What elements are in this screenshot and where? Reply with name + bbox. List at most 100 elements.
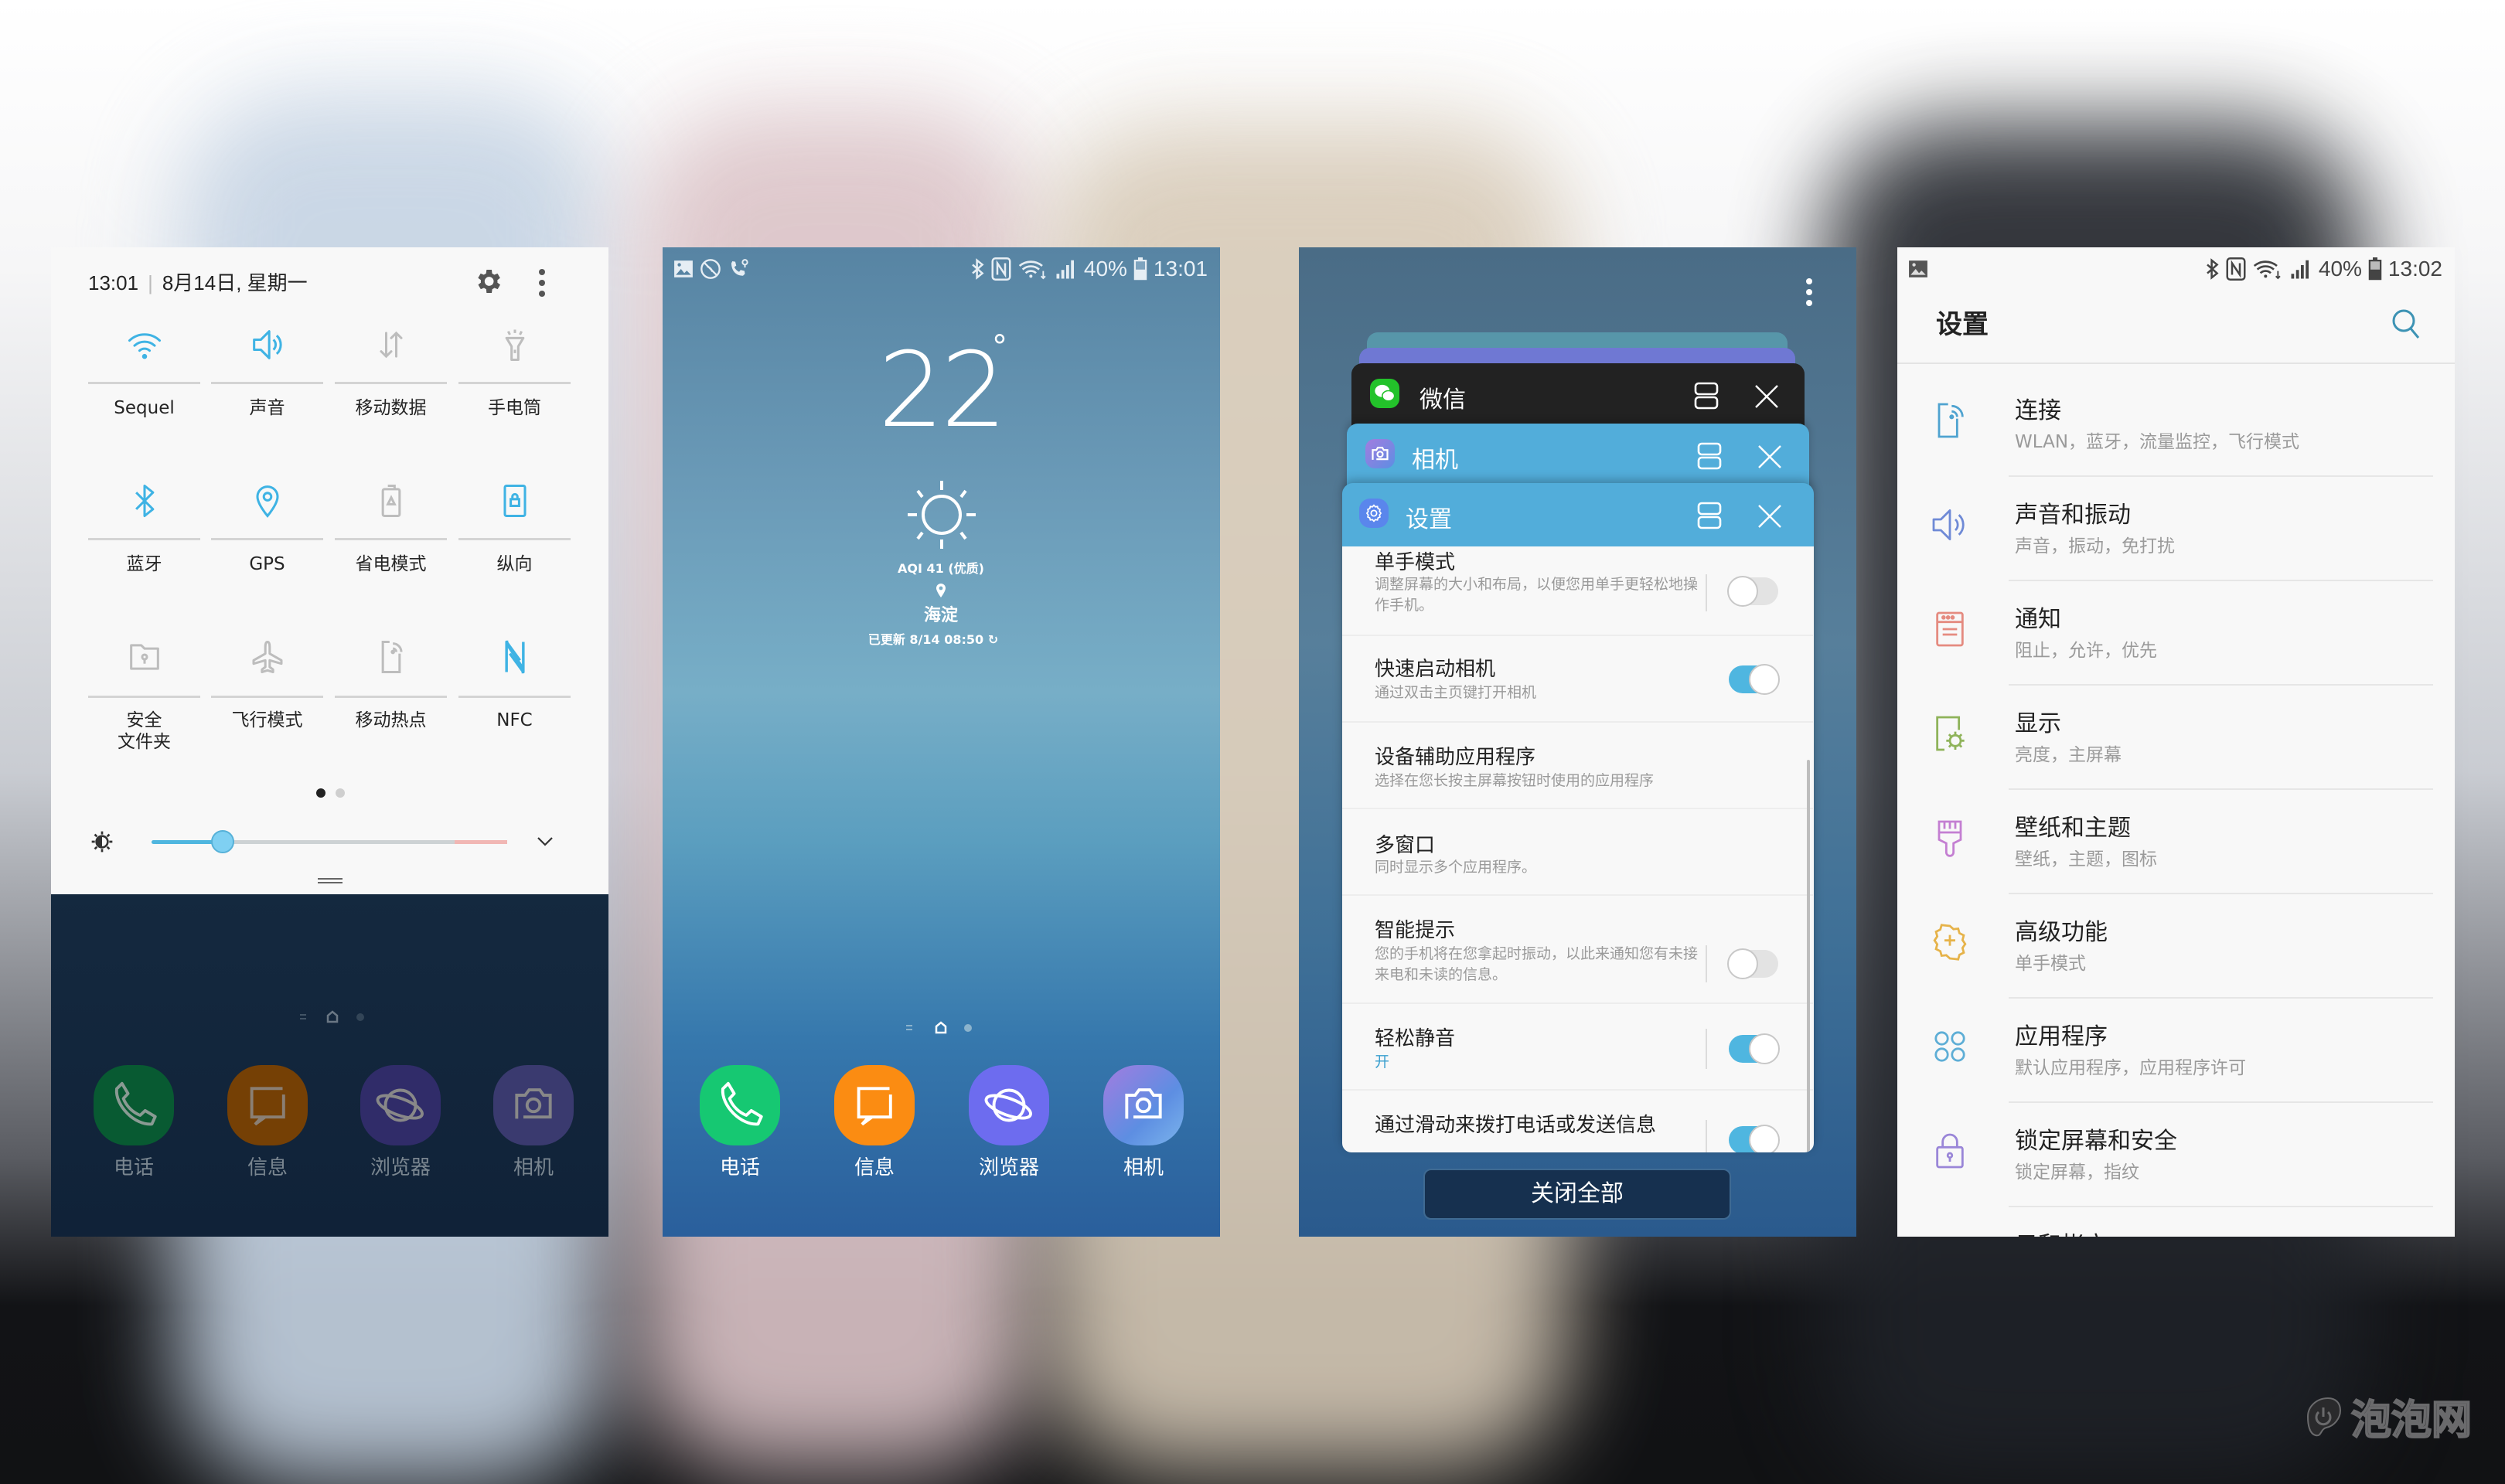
settings-item-title: 壁纸和主题 [2015,815,2131,842]
recent-card-settings[interactable]: 设置 单手模式 调整屏幕的大小和布局，以便您用单手更轻松地操作手机。 快速启动相… [1342,483,1814,1152]
settings-item-apps[interactable]: 应用程序 默认应用程序，应用程序许可 [1897,999,2455,1103]
settings-item-lock[interactable]: 锁定屏幕和安全 锁定屏幕，指纹 [1897,1103,2455,1207]
brightness-slider[interactable] [152,830,507,853]
close-icon[interactable] [1757,444,1783,470]
bluetooth-icon [2207,258,2219,280]
settings-item-title: 锁定屏幕和安全 [2015,1128,2177,1155]
dock-camera[interactable] [493,1065,574,1145]
app-name: 设置 [1406,506,1452,533]
brightness-handle[interactable] [211,830,234,853]
settings-item-notification[interactable]: 通知 阻止，允许，优先 [1897,581,2455,686]
setting-row[interactable]: 通过滑动来拨打电话或发送信息 [1342,1091,1813,1152]
status-bar-right: 40% 13:01 [971,252,1208,286]
settings-item-cloud-account[interactable]: 云和帐户 [1897,1207,2455,1237]
qs-date: 8月14日, 星期一 [162,271,308,294]
divider [1706,1120,1707,1152]
message-icon [857,1087,892,1126]
sun-icon [903,476,980,553]
dock-browser[interactable] [360,1065,441,1145]
bluetooth-icon [972,258,984,280]
bluetooth-icon [124,481,165,521]
setting-row[interactable]: 轻松静音 开 [1342,1004,1813,1091]
toggle-on[interactable] [1729,1033,1780,1064]
close-icon[interactable] [1754,383,1780,410]
toggle-knob [1749,664,1780,695]
weather-widget[interactable]: 22 ° [864,329,1018,448]
multi-window-icon[interactable] [1693,382,1719,410]
settings-preview[interactable]: 单手模式 调整屏幕的大小和布局，以便您用单手更轻松地操作手机。 快速启动相机 通… [1342,546,1814,1152]
qs-tile-label: GPS [249,554,285,574]
page-indicator-active[interactable] [316,788,325,798]
qs-tile-label: 飞行模式 [231,710,303,730]
sound-icon [1928,503,1972,546]
settings-item-connections[interactable]: 连接 WLAN，蓝牙，流量监控，飞行模式 [1897,373,2455,477]
settings-item-subtitle: 壁纸，主题，图标 [2015,849,2157,870]
brightness-icon [90,829,114,854]
dock-browser[interactable] [969,1065,1049,1145]
dock-camera[interactable] [1103,1065,1184,1145]
battery-percent: 40% [1083,257,1127,281]
dock-label: 浏览器 [978,1156,1039,1179]
settings-item-sound[interactable]: 声音和振动 声音，振动，免打扰 [1897,477,2455,581]
multi-window-icon[interactable] [1696,502,1723,529]
toggle-on[interactable] [1729,664,1780,695]
dock-phone[interactable] [94,1065,174,1145]
qs-tile-label: 移动热点 [355,710,427,730]
settings-item-title: 云和帐户 [2015,1226,2108,1237]
mobile-data-icon [371,325,411,365]
battery-icon [1133,257,1147,281]
weather-updated: 已更新 8/14 08:50 ↻ [786,629,1080,648]
message-icon [250,1087,285,1126]
divider [335,696,447,698]
refresh-icon[interactable]: ↻ [988,632,998,647]
search-icon[interactable] [2391,308,2422,342]
flashlight-icon [495,325,535,365]
display-icon [1928,712,1972,755]
image-notification-icon [1909,260,1927,277]
settings-item-wallpaper[interactable]: 壁纸和主题壁纸，主题，图标 [1897,790,2455,894]
qs-tile-label: 省电模式 [355,554,427,574]
dock-label: 信息 [247,1156,288,1179]
dock-messages[interactable] [834,1065,915,1145]
settings-item-display[interactable]: 显示 亮度，主屏幕 [1897,686,2455,790]
setting-desc: 调整屏幕的大小和布局，以便您用单手更轻松地操作手机。 [1375,576,1699,614]
setting-row[interactable]: 多窗口 同时显示多个应用程序。 [1342,809,1813,896]
home-page-indicator [298,1009,368,1025]
settings-item-advanced-features[interactable]: 高级功能 单手模式 [1897,894,2455,999]
settings-item-title: 通知 [2015,606,2061,633]
toggle-off[interactable] [1727,948,1778,979]
close-all-button[interactable]: 关闭全部 [1423,1169,1731,1220]
drag-handle[interactable] [318,878,343,884]
dock-label: 电话 [719,1156,760,1179]
status-time: 13:01 [1153,257,1208,281]
toggle-off[interactable] [1727,576,1778,607]
more-options-icon[interactable] [1804,277,1815,308]
close-icon[interactable] [1757,503,1783,529]
qs-header: 13:01 | 8月14日, 星期一 [88,267,308,296]
setting-title: 快速启动相机 [1375,658,1496,681]
missed-call-blocked-icon [700,259,721,279]
hotspot-icon [371,637,411,677]
dock-messages[interactable] [227,1065,308,1145]
setting-row[interactable]: 设备辅助应用程序 选择在您长按主屏幕按钮时使用的应用程序 [1342,723,1813,809]
multi-window-icon[interactable] [1696,442,1723,470]
toggle-on[interactable] [1729,1125,1780,1152]
setting-row[interactable]: 智能提示 您的手机将在您拿起时振动，以此来通知您有未接来电和未读的信息。 [1342,896,1813,1004]
portrait-lock-icon [495,481,535,521]
chevron-down-icon[interactable] [536,833,554,849]
setting-row[interactable]: 快速启动相机 通过双击主页键打开相机 [1342,636,1813,723]
scrollbar[interactable] [1807,760,1810,1152]
setting-row[interactable]: 单手模式 调整屏幕的大小和布局，以便您用单手更轻松地操作手机。 [1342,546,1813,636]
more-options-icon[interactable] [537,267,547,298]
page-indicator[interactable] [336,788,345,798]
gear-icon[interactable] [472,266,503,297]
toggle-knob [1727,948,1758,979]
setting-desc: 选择在您长按主屏幕按钮时使用的应用程序 [1375,772,1655,789]
qs-tile-label: 声音 [249,398,285,418]
cloud-account-icon [1928,1234,1972,1237]
settings-screen: 40% 13:02 设置 连接 WLAN，蓝牙，流量监控，飞行模式 声音和振动 声音，… [1897,247,2455,1237]
dock-phone[interactable] [700,1065,780,1145]
nfc-icon [991,257,1011,281]
setting-title: 单手模式 [1375,551,1456,574]
divider [335,538,447,540]
